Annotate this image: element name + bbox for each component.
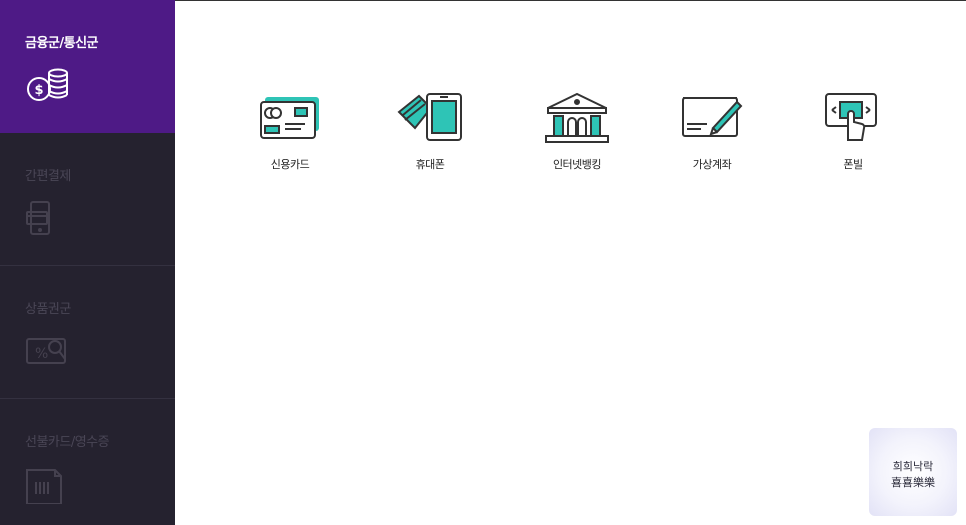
- menu-item-credit-card[interactable]: 신용카드: [245, 92, 335, 182]
- sidebar-item-label: 간편결제: [25, 169, 71, 184]
- menu-item-label: 폰빌: [843, 158, 863, 171]
- phonebill-icon: [808, 92, 898, 144]
- stamp-line-1: 희희낙락: [892, 460, 934, 473]
- sidebar-item-label: 금융군/통신군: [25, 36, 99, 51]
- sidebar-item-prepaid-receipt[interactable]: 선불카드/영수증: [0, 399, 175, 525]
- menu-item-virtual-account[interactable]: 가상계좌: [667, 92, 757, 182]
- sidebar-item-easy-pay[interactable]: 간편결제: [0, 133, 175, 266]
- sidebar-item-label: 선불카드/영수증: [25, 435, 110, 450]
- virtual-account-icon: [667, 92, 757, 144]
- credit-card-icon: [245, 92, 335, 144]
- menu-item-label: 인터넷뱅킹: [552, 158, 602, 171]
- sidebar-item-finance-telecom[interactable]: 금융군/통신군 $: [0, 0, 175, 133]
- stamp-line-2: 喜喜樂樂: [891, 476, 935, 489]
- sidebar-item-label: 상품권군: [25, 302, 71, 317]
- svg-text:$: $: [34, 83, 43, 98]
- mobile-phone-icon: [385, 92, 475, 144]
- receipt-icon: [25, 464, 69, 505]
- menu-item-phonebill[interactable]: 폰빌: [808, 92, 898, 182]
- sidebar-item-gift-voucher[interactable]: 상품권군 %: [0, 266, 175, 399]
- menu-item-label: 휴대폰: [415, 158, 445, 171]
- watermark-stamp: 희희낙락 喜喜樂樂: [869, 428, 957, 516]
- bank-icon: [532, 92, 622, 144]
- menu-item-label: 신용카드: [270, 158, 310, 171]
- menu-item-mobile-phone[interactable]: 휴대폰: [385, 92, 475, 182]
- phone-card-icon: [25, 198, 69, 238]
- coins-icon: $: [25, 65, 69, 105]
- menu-item-label: 가상계좌: [692, 158, 732, 171]
- sidebar: 금융군/통신군 $ 간편결제 상품권군 % 선불카드/영수증: [0, 0, 175, 525]
- menu-item-internet-banking[interactable]: 인터넷뱅킹: [532, 92, 622, 182]
- svg-text:%: %: [35, 346, 48, 362]
- coupon-icon: %: [25, 331, 69, 371]
